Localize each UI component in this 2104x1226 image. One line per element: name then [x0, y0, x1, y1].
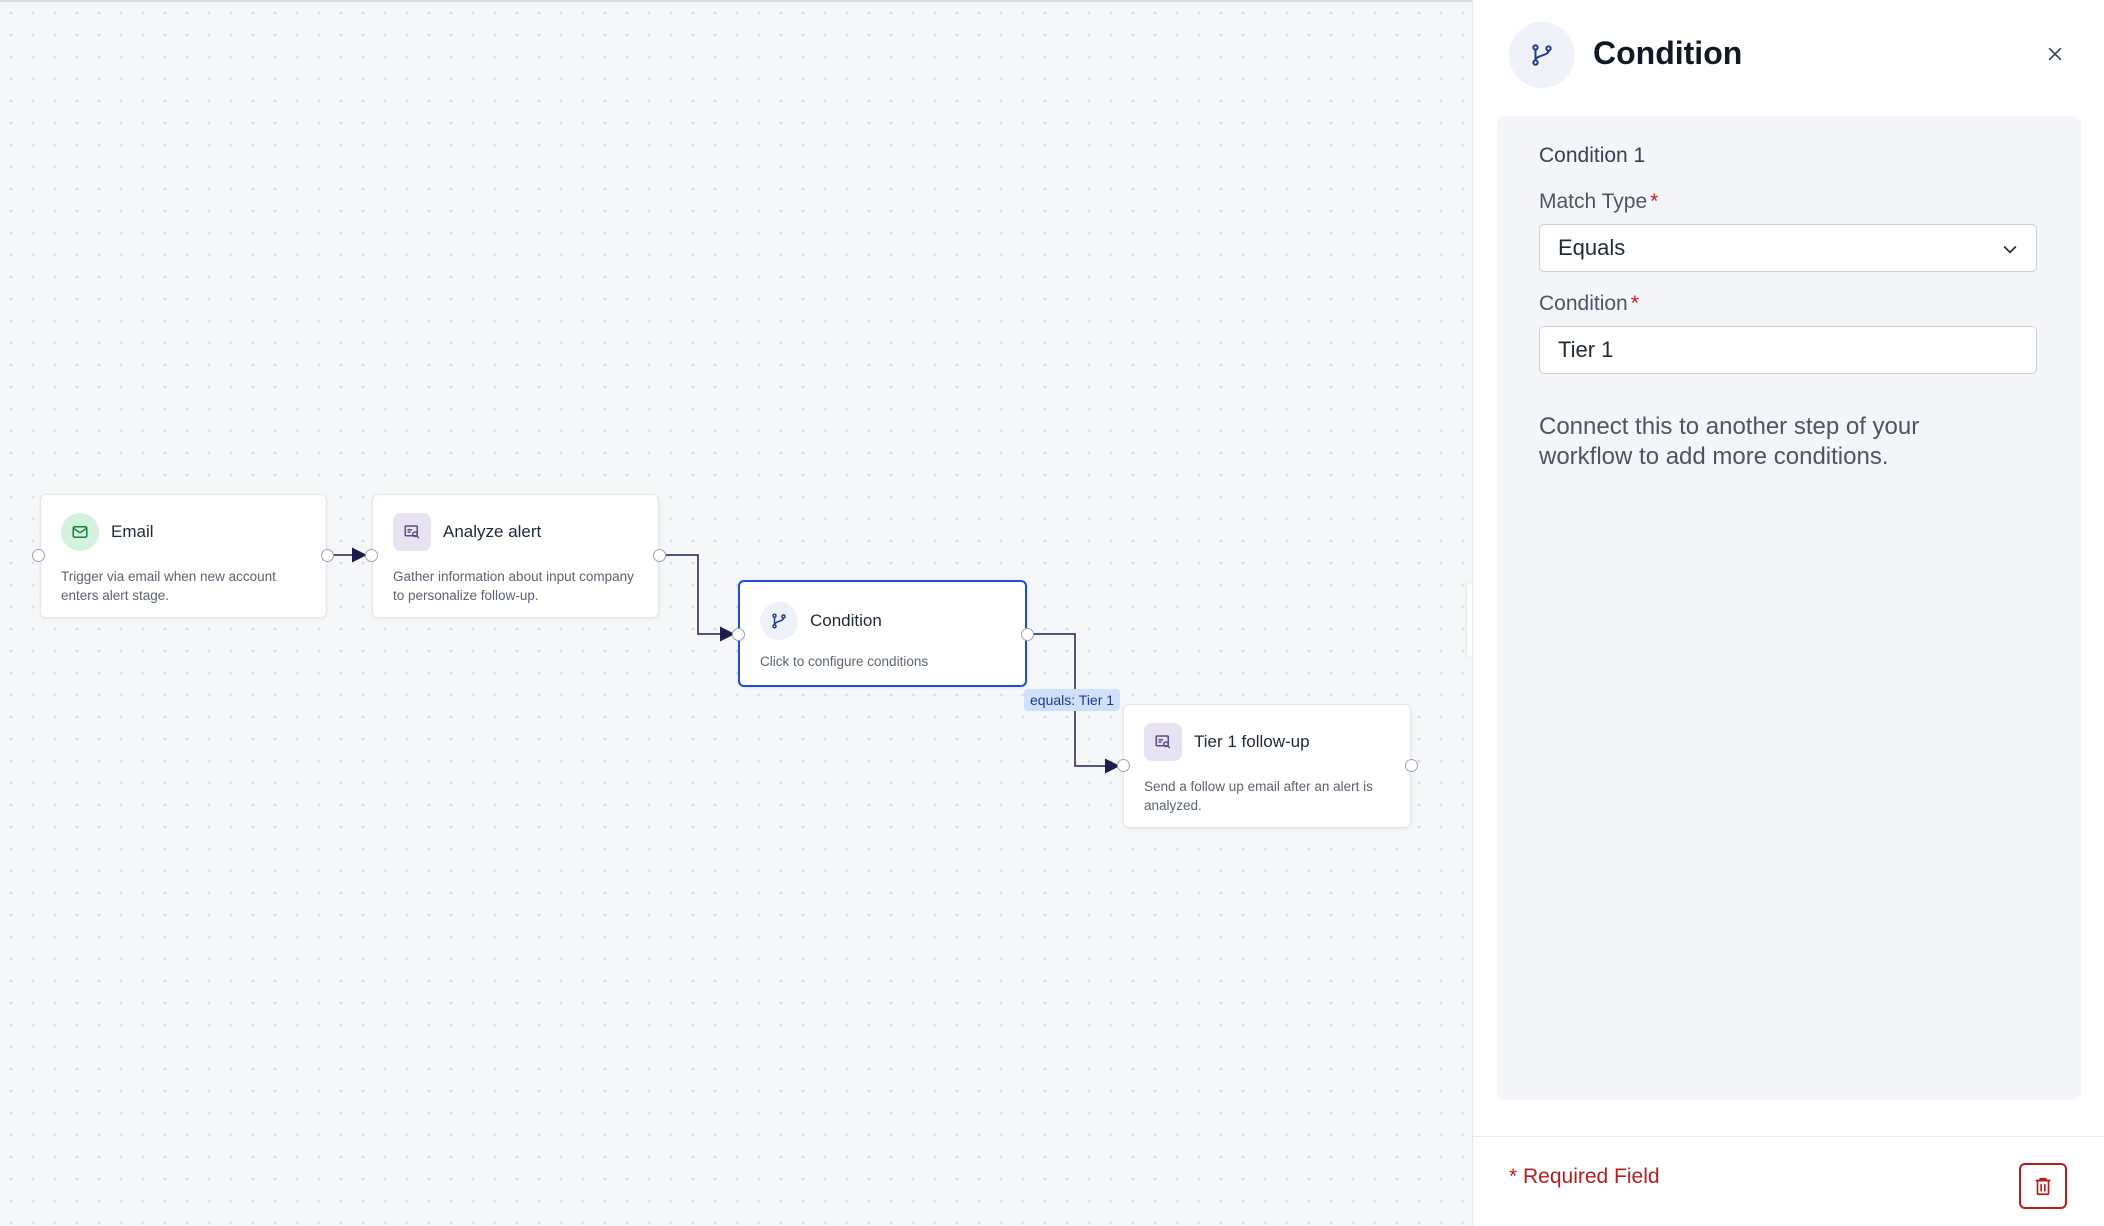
- panel-title: Condition: [1593, 35, 1743, 71]
- node-handle-input[interactable]: [732, 628, 745, 641]
- match-type-select[interactable]: Equals: [1539, 224, 2037, 272]
- analyze-icon: [393, 513, 431, 551]
- node-title: Tier 1 follow-up: [1194, 732, 1310, 751]
- delete-button[interactable]: [2019, 1163, 2067, 1209]
- required-asterisk: *: [1650, 190, 1659, 213]
- condition-settings-panel: Condition Condition 1 Match Type * Equals…: [1472, 0, 2104, 1226]
- required-asterisk: *: [1630, 292, 1639, 315]
- node-handle-input[interactable]: [365, 549, 378, 562]
- analyze-icon: [1144, 723, 1182, 761]
- node-handle-input[interactable]: [32, 549, 45, 562]
- node-tier1-followup[interactable]: Tier 1 follow-up Send a follow up email …: [1123, 704, 1411, 828]
- match-type-label: Match Type *: [1539, 190, 1659, 213]
- node-handle-output[interactable]: [1405, 759, 1418, 772]
- condition-form: Condition 1 Match Type * Equals Condition…: [1497, 116, 2081, 1100]
- branch-icon: [1509, 22, 1575, 88]
- node-title: Condition: [810, 611, 882, 630]
- node-analyze-alert[interactable]: Analyze alert Gather information about i…: [372, 494, 659, 618]
- edge-label: equals: Tier 1: [1024, 689, 1121, 711]
- condition-label: Condition *: [1539, 292, 1639, 315]
- node-description: Send a follow up email after an alert is…: [1144, 779, 1373, 813]
- required-field-note: * Required Field: [1509, 1165, 1660, 1188]
- branch-icon: [760, 602, 798, 640]
- node-handle-input[interactable]: [1117, 759, 1130, 772]
- mail-icon: [61, 513, 99, 551]
- edge-analyze-condition: [659, 554, 735, 642]
- chevron-down-icon: [2003, 245, 2017, 254]
- workflow-canvas[interactable]: Email Trigger via email when new account…: [0, 0, 1478, 1226]
- node-handle-output[interactable]: [1021, 628, 1034, 641]
- node-condition[interactable]: Condition Click to configure conditions: [738, 580, 1027, 687]
- panel-footer: * Required Field: [1473, 1136, 2104, 1226]
- node-description: Trigger via email when new account enter…: [61, 569, 276, 603]
- trash-icon: [2035, 1177, 2051, 1196]
- node-title: Analyze alert: [443, 522, 542, 541]
- section-title: Condition 1: [1539, 144, 1646, 167]
- node-description: Click to configure conditions: [760, 654, 929, 669]
- node-email[interactable]: Email Trigger via email when new account…: [40, 494, 327, 618]
- node-title: Email: [111, 522, 154, 541]
- node-handle-output[interactable]: [653, 549, 666, 562]
- close-icon: [2048, 47, 2062, 61]
- node-description: Gather information about input company t…: [393, 569, 634, 603]
- hint-text: Connect this to another step of your wor…: [1539, 413, 1920, 470]
- condition-value: Tier 1: [1558, 337, 1614, 362]
- node-handle-output[interactable]: [321, 549, 334, 562]
- match-type-value: Equals: [1558, 235, 1626, 260]
- close-button[interactable]: [2039, 38, 2071, 70]
- condition-input[interactable]: Tier 1: [1539, 326, 2037, 374]
